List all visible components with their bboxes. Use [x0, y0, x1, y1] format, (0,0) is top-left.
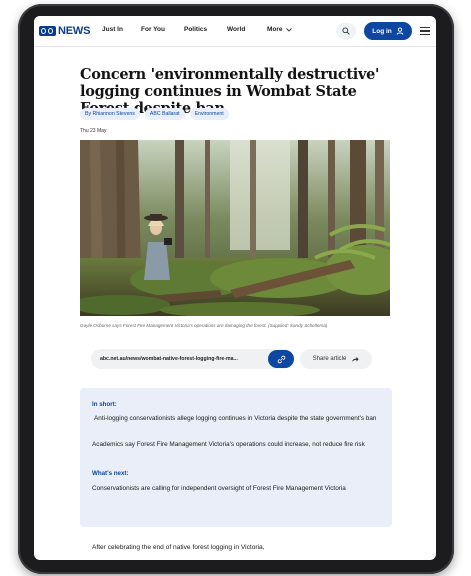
- tag-author[interactable]: By Rhiannon Stevens: [80, 108, 140, 120]
- nav-item-world[interactable]: World: [227, 26, 245, 33]
- abc-news-logo[interactable]: NEWS: [36, 23, 93, 39]
- nav-item-politics[interactable]: Politics: [184, 26, 207, 33]
- whats-next-heading: What's next:: [92, 470, 129, 477]
- share-article-label: Share article: [312, 356, 347, 362]
- article-hero-image: [80, 140, 390, 316]
- in-short-summary: In short: Anti-logging conservationists …: [80, 388, 392, 527]
- top-navigation: NEWS Just In For You Politics World More…: [34, 16, 436, 47]
- article-url-text: abc.net.au/news/wombat-native-forest-log…: [100, 356, 238, 362]
- in-short-point-1: Anti-logging conservationists allege log…: [94, 415, 377, 422]
- article-tags: By Rhiannon Stevens ABC Ballarat Environ…: [80, 108, 229, 120]
- login-button[interactable]: Log in: [364, 22, 412, 40]
- tag-location[interactable]: ABC Ballarat: [144, 108, 185, 120]
- logo-text: NEWS: [58, 25, 91, 37]
- chevron-down-icon: [285, 27, 292, 32]
- nav-item-for-you[interactable]: For You: [141, 26, 165, 33]
- nav-item-more[interactable]: More: [267, 26, 292, 33]
- image-caption: Gayle Osborne says Forest Fire Managemen…: [80, 323, 328, 328]
- search-icon: [342, 27, 350, 35]
- login-label: Log in: [372, 27, 392, 35]
- article-body-first-line: After celebrating the end of native fore…: [92, 544, 265, 551]
- copy-link-button[interactable]: [268, 350, 294, 368]
- menu-icon[interactable]: [420, 25, 430, 37]
- nav-item-just-in[interactable]: Just In: [102, 26, 123, 33]
- article-url-field[interactable]: abc.net.au/news/wombat-native-forest-log…: [91, 349, 293, 369]
- whats-next-text: Conservationists are calling for indepen…: [92, 485, 346, 492]
- in-short-point-2: Academics say Forest Fire Management Vic…: [92, 441, 365, 448]
- user-icon: [396, 27, 404, 35]
- share-arrow-icon: [352, 356, 359, 362]
- in-short-heading: In short:: [92, 401, 117, 408]
- link-icon: [277, 355, 285, 363]
- share-article-button[interactable]: Share article: [300, 349, 372, 369]
- article-date: Thu 23 May: [80, 128, 107, 134]
- abc-logo-icon: [39, 26, 56, 36]
- tag-topic[interactable]: Environment: [189, 108, 229, 120]
- nav-more-label: More: [267, 26, 283, 33]
- search-button[interactable]: [336, 23, 356, 39]
- browser-screen: NEWS Just In For You Politics World More…: [34, 16, 436, 560]
